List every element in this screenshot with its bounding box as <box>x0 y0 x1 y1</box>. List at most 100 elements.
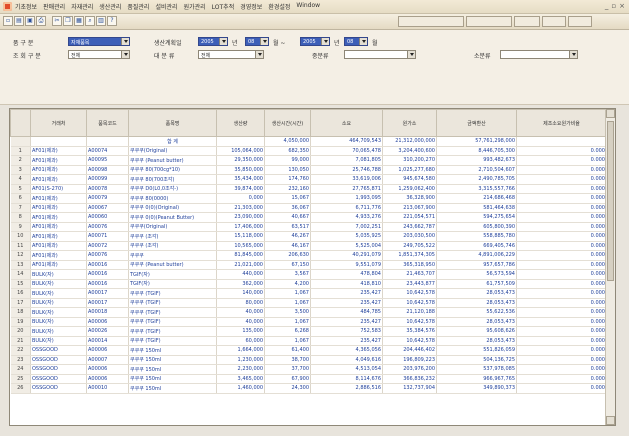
toolbar-button-3[interactable] <box>542 16 566 27</box>
table-row[interactable]: 10 AF01(제과) A00071 쿠쿠쿠 (조각) 15,118,000 46,267… <box>10 231 607 242</box>
print-icon[interactable]: ⎙ <box>36 16 46 26</box>
table-row[interactable]: 7 AF01(제과) A00067 쿠쿠쿠 0(0)(Original) 21,303,… <box>10 203 607 213</box>
table-row[interactable]: 15 BULK(자) A00016 TGIF(자) 362,000 4,200 418,81… <box>10 279 607 289</box>
table-cell: 752,583 <box>310 326 383 337</box>
total-row[interactable]: 합 계 4,050,000 464,709,543 21,312,000,000 57,… <box>10 136 607 147</box>
table-row[interactable]: 22 OSSGOOD A00006 쿠쿠쿠 150ml 1,664,000 61,400 4… <box>10 345 607 356</box>
table-cell: 38,700 <box>264 355 311 365</box>
chevron-down-icon[interactable] <box>121 38 129 45</box>
vertical-scrollbar[interactable] <box>605 109 615 425</box>
chevron-down-icon[interactable] <box>569 51 577 58</box>
chevron-down-icon[interactable] <box>255 51 263 58</box>
date-to-year[interactable]: 2005 <box>300 37 330 46</box>
chevron-down-icon[interactable] <box>260 38 268 45</box>
menu-item[interactable]: 설비관리 <box>155 2 177 11</box>
chevron-down-icon[interactable] <box>121 51 129 58</box>
table-cell: 0.000 <box>516 165 607 175</box>
date-to-month[interactable]: 08 <box>344 37 368 46</box>
menu-item[interactable]: Window <box>296 2 320 11</box>
table-cell: 46,167 <box>264 241 311 251</box>
col-header-rownum[interactable] <box>10 109 31 137</box>
menu-item[interactable]: 판매관리 <box>43 2 65 11</box>
col-header-cost[interactable]: 원가소 <box>382 109 437 137</box>
table-row[interactable]: 14 BULK(자) A00016 TGIF(자) 440,000 3,567 478,80… <box>10 269 607 280</box>
table-row[interactable]: 5 AF01(S-270) A00078 쿠쿠쿠 D0(L0,0조각-) 39,874,… <box>10 184 607 194</box>
chart-icon[interactable]: ▥ <box>96 16 106 26</box>
menu-item[interactable]: 경영정보 <box>240 2 262 11</box>
scroll-up-icon[interactable] <box>606 109 615 118</box>
table-row[interactable]: 9 AF01(제과) A00076 쿠쿠쿠(Original) 17,406,000 63… <box>10 222 607 232</box>
close-button[interactable]: × <box>619 2 625 10</box>
table-row[interactable]: 3 AF01(제과) A00098 쿠쿠쿠 80(700cg*10) 35,850,00… <box>10 165 607 175</box>
chevron-down-icon[interactable] <box>321 38 329 45</box>
table-cell: 11 <box>10 241 31 251</box>
table-row[interactable]: 19 BULK(자) A00006 쿠쿠쿠 (TGIF) 40,000 1,067 235,… <box>10 317 607 327</box>
toolbar-nav-group[interactable] <box>398 16 464 27</box>
table-cell: BULK(자) <box>30 336 87 346</box>
table-row[interactable]: 20 BULK(자) A00026 쿠쿠쿠 (TGIF) 135,000 6,268 752… <box>10 326 607 337</box>
menu-item[interactable]: LOT추적 <box>212 2 235 11</box>
table-cell: 6,268 <box>264 326 311 337</box>
table-row[interactable]: 24 OSSGOOD A00006 쿠쿠쿠 150ml 2,230,000 37,700 4… <box>10 364 607 375</box>
table-row[interactable]: 11 AF01(제과) A00072 쿠쿠쿠 (조각) 10,565,000 46,167… <box>10 241 607 251</box>
table-row[interactable]: 21 BULK(자) A00014 쿠쿠쿠 (TGIF) 60,000 1,067 235,… <box>10 336 607 346</box>
col-header-cost-ratio[interactable]: 제조소요원가비율 <box>516 109 607 137</box>
table-row[interactable]: 18 BULK(자) A00018 쿠쿠쿠 (TGIF) 40,000 3,500 484,… <box>10 307 607 318</box>
toolbar-button-1[interactable] <box>466 16 512 27</box>
table-row[interactable]: 4 AF01(제과) A00099 쿠쿠쿠 80(700조각) 35,434,000 17… <box>10 174 607 185</box>
new-icon[interactable]: ▫ <box>3 16 13 26</box>
mid-category-combo[interactable] <box>344 50 416 59</box>
find-icon[interactable]: ⌕ <box>85 16 95 26</box>
major-category-combo[interactable]: 전체 <box>198 50 264 59</box>
col-header-item-name[interactable]: 품목명 <box>128 109 217 137</box>
chevron-down-icon[interactable] <box>219 38 227 45</box>
table-row[interactable]: 8 AF01(제과) A00060 쿠쿠쿠 0(0)(Peanut Butter) 23… <box>10 212 607 223</box>
table-cell: 4,891,006,229 <box>436 250 517 261</box>
table-cell: 504,136,725 <box>436 355 517 365</box>
menu-item[interactable]: 자재관리 <box>71 2 93 11</box>
menu-item[interactable]: 원가관리 <box>184 2 206 11</box>
table-row[interactable]: 23 OSSGOOD A00007 쿠쿠쿠 150ml 1,230,000 38,700 4… <box>10 355 607 365</box>
help-icon[interactable]: ? <box>107 16 117 26</box>
menu-item[interactable]: 환경설정 <box>268 2 290 11</box>
cut-icon[interactable]: ✂ <box>52 16 62 26</box>
scroll-thumb[interactable] <box>607 121 614 281</box>
table-row[interactable]: 6 AF01(제과) A00079 쿠쿠쿠 80(0000) 0,000 15,067 1,… <box>10 193 607 204</box>
scroll-down-icon[interactable] <box>606 416 615 425</box>
col-header-requirement[interactable]: 소요 <box>310 109 383 137</box>
save-icon[interactable]: ▣ <box>25 16 35 26</box>
col-header-amount[interactable]: 금액환산 <box>436 109 517 137</box>
toolbar-button-2[interactable] <box>514 16 540 27</box>
menu-item[interactable]: 생산관리 <box>99 2 121 11</box>
toolbar-button-4[interactable] <box>568 16 592 27</box>
col-header-production-qty[interactable]: 생산량 <box>216 109 265 137</box>
table-row[interactable]: 26 OSSGOOD A00010 쿠쿠쿠 150ml 1,460,000 24,300 2… <box>10 383 607 394</box>
menu-item[interactable]: 품질관리 <box>127 2 149 11</box>
minimize-button[interactable]: _ <box>605 2 609 10</box>
copy-icon[interactable]: ❐ <box>63 16 73 26</box>
table-cell: 669,405,746 <box>436 241 517 251</box>
col-header-customer[interactable]: 거래처 <box>30 109 87 137</box>
table-row[interactable]: 12 AF01(제과) A00076 쿠쿠쿠 81,845,000 206,630 40,2… <box>10 250 607 261</box>
chevron-down-icon[interactable] <box>359 38 367 45</box>
paste-icon[interactable]: ▦ <box>74 16 84 26</box>
date-from-year[interactable]: 2005 <box>198 37 228 46</box>
minor-category-combo[interactable] <box>500 50 578 59</box>
data-grid[interactable]: 거래처 품목코드 품목명 생산량 생산시간(시간) 소요 원가소 금액환산 제조… <box>9 108 616 426</box>
table-row[interactable]: 25 OSSGOOD A00006 쿠쿠쿠 150ml 3,465,000 67,900 8… <box>10 374 607 384</box>
query-type-combo[interactable]: 전체 <box>68 50 130 59</box>
item-type-combo[interactable]: 자재품목 <box>68 37 130 46</box>
restore-button[interactable]: ▫ <box>611 2 616 10</box>
table-row[interactable]: 2 AF01(제과) A00095 쿠쿠쿠 (Peanut butter) 29,350… <box>10 155 607 166</box>
menu-item[interactable]: 기초정보 <box>15 2 37 11</box>
table-cell: A00006 <box>86 364 129 375</box>
col-header-production-hours[interactable]: 생산시간(시간) <box>264 109 311 137</box>
table-row[interactable]: 17 BULK(자) A00017 쿠쿠쿠 (TGIF) 80,000 1,067 235,… <box>10 298 607 308</box>
table-row[interactable]: 16 BULK(자) A00017 쿠쿠쿠 (TGIF) 140,000 1,067 235… <box>10 288 607 299</box>
table-row[interactable]: 1 AF01(제과) A00074 쿠쿠쿠(Original) 105,064,000 6… <box>10 146 607 156</box>
col-header-item-code[interactable]: 품목코드 <box>86 109 129 137</box>
open-icon[interactable]: ▤ <box>14 16 24 26</box>
date-from-month[interactable]: 08 <box>245 37 269 46</box>
table-row[interactable]: 13 AF01(제과) A00016 쿠쿠쿠 (Peanut butter) 21,02… <box>10 260 607 270</box>
chevron-down-icon[interactable] <box>407 51 415 58</box>
